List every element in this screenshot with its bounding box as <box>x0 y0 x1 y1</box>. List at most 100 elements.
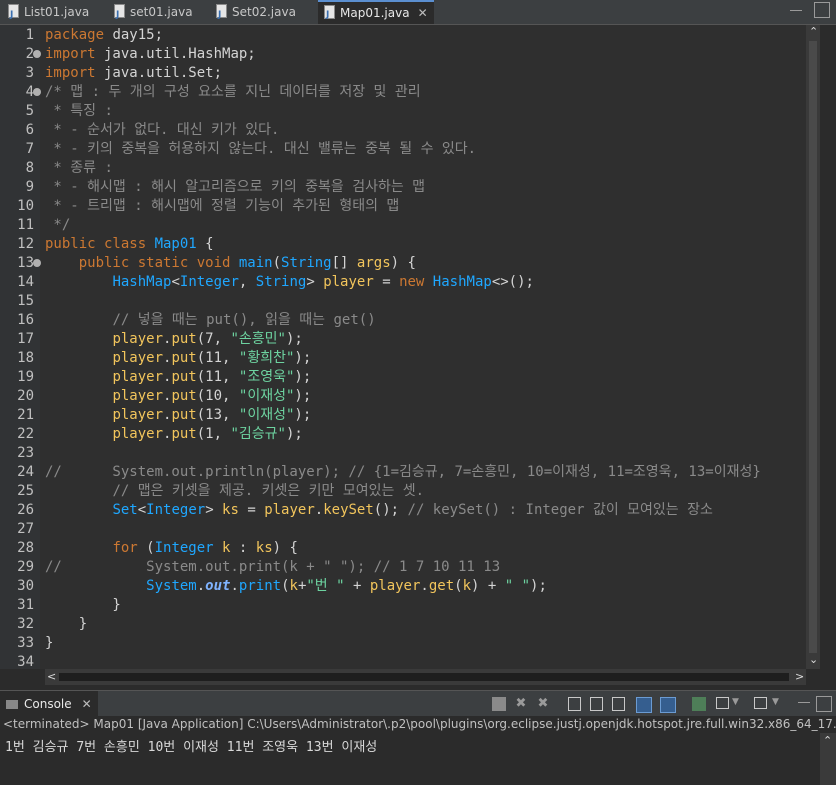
code-token: } <box>45 597 121 613</box>
minimize-icon[interactable] <box>790 10 802 11</box>
tab-set01[interactable]: set01.java <box>114 0 193 27</box>
code-line[interactable]: public static void main(String[] args) { <box>45 254 416 273</box>
line-number: 23 <box>17 445 34 461</box>
scroll-thumb[interactable] <box>59 673 789 681</box>
display-console-icon[interactable] <box>716 697 729 709</box>
java-file-icon <box>216 3 227 27</box>
tab-set02[interactable]: Set02.java <box>216 0 296 27</box>
code-token: = <box>373 274 400 290</box>
tab-console[interactable]: Console ✕ <box>0 691 98 717</box>
editor-vertical-scrollbar[interactable]: ⌃ ⌄ <box>806 25 820 669</box>
line-number: 8 <box>25 160 34 176</box>
code-token: . <box>196 578 206 594</box>
pin-console-icon[interactable] <box>692 697 706 711</box>
code-line[interactable]: for (Integer k : ks) { <box>45 539 298 558</box>
show-on-error-icon[interactable] <box>660 697 676 713</box>
code-line[interactable]: Set<Integer> ks = player.keySet(); // ke… <box>45 501 712 520</box>
code-token: "손흥민" <box>230 331 286 347</box>
tab-map01[interactable]: Map01.java ✕ <box>318 0 434 26</box>
code-line[interactable]: player.put(13, "이재성"); <box>45 406 311 425</box>
code-token: " " <box>504 578 531 594</box>
fold-toggle-icon[interactable] <box>33 88 41 96</box>
code-line[interactable]: public class Map01 { <box>45 235 214 254</box>
scroll-right-icon[interactable]: > <box>795 670 804 683</box>
editor-horizontal-scrollbar[interactable]: < > <box>45 669 806 685</box>
scroll-up-icon[interactable]: ⌃ <box>823 734 832 747</box>
code-token: // 넣을 때는 put(), 읽을 때는 get() <box>112 312 376 328</box>
scroll-up-icon[interactable]: ⌃ <box>809 25 818 38</box>
line-number: 30 <box>17 578 34 594</box>
chevron-down-icon[interactable]: ▼ <box>772 697 786 711</box>
code-token: // System.out.println(player); // {1=김승규… <box>45 464 761 480</box>
code-line[interactable]: package day15; <box>45 26 163 45</box>
code-token: k <box>289 578 298 594</box>
code-line[interactable]: */ <box>45 216 70 235</box>
code-line[interactable]: * - 순서가 없다. 대신 키가 있다. <box>45 121 279 140</box>
code-line[interactable]: // System.out.println(player); // {1=김승규… <box>45 463 761 482</box>
scroll-lock-icon[interactable] <box>590 697 603 711</box>
code-line[interactable]: * - 트리맵 : 해시맵에 정렬 기능이 추가된 형태의 맵 <box>45 197 399 216</box>
minimize-icon[interactable] <box>798 702 810 703</box>
code-token: day15; <box>104 27 164 43</box>
line-number: 20 <box>17 388 34 404</box>
word-wrap-icon[interactable] <box>612 697 625 711</box>
code-line[interactable]: } <box>45 596 121 615</box>
code-editor[interactable]: 1 2 3 4 5 6 7 8 9 10 11 12 13 14 15 16 17 18 19 20 21 22 23 24 2… <box>0 25 820 670</box>
code-token: "김승규" <box>230 426 286 442</box>
code-token: out <box>205 578 231 594</box>
code-line[interactable]: player.put(11, "황희찬"); <box>45 349 311 368</box>
code-token: , <box>238 274 256 290</box>
tab-list01[interactable]: List01.java <box>8 0 89 27</box>
fold-toggle-icon[interactable] <box>33 50 41 58</box>
code-line[interactable]: import java.util.HashMap; <box>45 45 256 64</box>
code-line[interactable]: player.put(7, "손흥민"); <box>45 330 302 349</box>
line-number: 31 <box>17 597 34 613</box>
terminate-icon[interactable] <box>492 697 506 711</box>
code-line[interactable]: // System.out.print(k + " "); // 1 7 10 … <box>45 558 500 577</box>
code-line[interactable]: /* 맵 : 두 개의 구성 요소를 지닌 데이터를 저장 및 관리 <box>45 83 421 102</box>
code-area[interactable]: package day15; import java.util.HashMap; i… <box>45 25 815 669</box>
code-line[interactable]: } <box>45 634 53 653</box>
scroll-thumb[interactable] <box>809 41 817 653</box>
remove-launch-icon[interactable]: ✖ <box>514 697 528 711</box>
code-token: : <box>230 540 256 556</box>
code-line[interactable]: * - 해시맵 : 해시 알고리즘으로 키의 중복을 검사하는 맵 <box>45 178 425 197</box>
scroll-down-icon[interactable]: ⌄ <box>809 653 818 666</box>
maximize-icon[interactable] <box>814 2 830 18</box>
code-token: Map01 <box>154 236 197 252</box>
console-vertical-scrollbar[interactable]: ⌃ <box>820 733 836 785</box>
code-line[interactable]: // 맵은 키셋을 제공. 키셋은 키만 모여있는 셋. <box>45 482 424 501</box>
line-number: 17 <box>17 331 34 347</box>
close-icon[interactable]: ✕ <box>418 6 428 20</box>
scroll-left-icon[interactable]: < <box>47 670 56 683</box>
code-line[interactable]: * - 키의 중복을 허용하지 않는다. 대신 밸류는 중복 될 수 있다. <box>45 140 476 159</box>
code-line[interactable]: * 특징 : <box>45 102 112 121</box>
show-on-output-icon[interactable] <box>636 697 652 713</box>
chevron-down-icon[interactable]: ▼ <box>732 697 746 711</box>
remove-all-icon[interactable]: ✖ <box>536 697 550 711</box>
launch-status-text: <terminated> Map01 [Java Application] C:… <box>3 717 836 731</box>
code-token: . <box>230 578 239 594</box>
maximize-icon[interactable] <box>816 696 832 712</box>
code-token: import <box>45 46 96 62</box>
code-token: * - 순서가 없다. 대신 키가 있다. <box>45 122 280 138</box>
clear-console-icon[interactable] <box>568 697 581 711</box>
open-console-icon[interactable] <box>754 697 767 709</box>
code-line[interactable]: } <box>45 615 87 634</box>
code-token: ); <box>294 350 312 366</box>
fold-toggle-icon[interactable] <box>33 259 41 267</box>
code-token: "번 " <box>306 578 345 594</box>
code-line[interactable]: * 종류 : <box>45 159 112 178</box>
code-token: Set <box>112 502 138 518</box>
console-output[interactable]: 1번 김승규 7번 손흥민 10번 이재성 11번 조영욱 13번 이재성 <box>0 733 820 785</box>
code-line[interactable]: player.put(11, "조영욱"); <box>45 368 311 387</box>
close-icon[interactable]: ✕ <box>82 697 92 711</box>
code-line[interactable]: player.put(1, "김승규"); <box>45 425 302 444</box>
code-line[interactable]: System.out.print(k+"번 " + player.get(k) … <box>45 577 547 596</box>
line-number: 5 <box>25 103 34 119</box>
code-line[interactable]: // 넣을 때는 put(), 읽을 때는 get() <box>45 311 376 330</box>
code-line[interactable]: player.put(10, "이재성"); <box>45 387 311 406</box>
code-token: player <box>323 274 374 290</box>
code-line[interactable]: import java.util.Set; <box>45 64 222 83</box>
code-line[interactable]: HashMap<Integer, String> player = new Ha… <box>45 273 534 292</box>
